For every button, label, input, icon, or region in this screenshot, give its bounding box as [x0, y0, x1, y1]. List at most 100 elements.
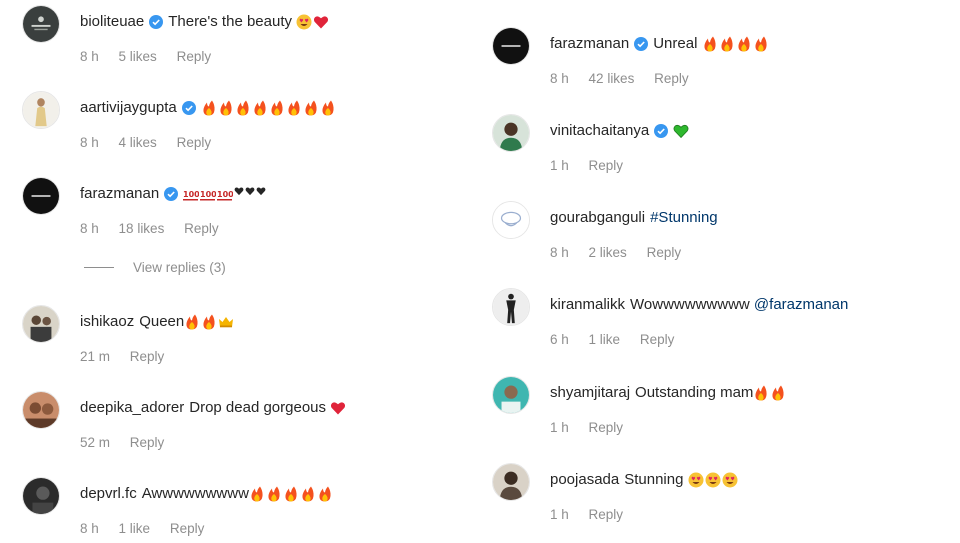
comment-item: depvrl.fc Awwwwwwwww 8 h 1 like Reply: [22, 477, 462, 537]
comment-item: poojasada Stunning 1 h Reply: [492, 463, 942, 523]
comment-time: 6 h: [550, 332, 569, 347]
username[interactable]: shyamjitaraj: [550, 383, 630, 403]
reply-button[interactable]: Reply: [130, 435, 165, 450]
fire-emoji-icon: [753, 385, 769, 401]
reply-button[interactable]: Reply: [130, 349, 165, 364]
svg-text:100: 100: [200, 190, 216, 199]
comment-text: Wowwwwwwwww @farazmanan: [630, 296, 849, 313]
username[interactable]: farazmanan: [550, 34, 629, 54]
avatar[interactable]: [22, 5, 60, 43]
comment-time: 8 h: [80, 221, 99, 236]
avatar[interactable]: [22, 391, 60, 429]
mention-link[interactable]: @farazmanan: [754, 296, 848, 313]
fire-emoji-icon: [303, 100, 319, 116]
fire-emoji-icon: [300, 486, 316, 502]
comment-time: 52 m: [80, 435, 111, 450]
fire-emoji-icon: [702, 36, 718, 52]
fire-emoji-icon: [266, 486, 282, 502]
verified-badge-icon: [654, 124, 669, 138]
fire-emoji-icon: [249, 486, 265, 502]
comment-text: [201, 98, 337, 118]
verified-badge-icon: [181, 101, 196, 115]
fire-emoji-icon: [201, 314, 217, 330]
heart-eyes-emoji-icon: [722, 472, 738, 488]
avatar[interactable]: [492, 463, 530, 501]
avatar[interactable]: [492, 288, 530, 326]
avatar[interactable]: [492, 376, 530, 414]
avatar[interactable]: [492, 201, 530, 239]
avatar[interactable]: [492, 114, 530, 152]
comment-likes[interactable]: 42 likes: [589, 71, 635, 86]
hashtag-link[interactable]: #Stunning: [650, 209, 718, 226]
fire-emoji-icon: [184, 314, 200, 330]
reply-button[interactable]: Reply: [184, 221, 219, 236]
username[interactable]: farazmanan: [80, 184, 159, 204]
red-heart-emoji-icon: [330, 400, 346, 416]
username[interactable]: ishikaoz: [80, 312, 134, 332]
comment-likes[interactable]: 4 likes: [119, 135, 157, 150]
comment-item: gourabganguli #Stunning 8 h 2 likes Repl…: [492, 201, 942, 261]
fire-emoji-icon: [252, 100, 268, 116]
comment-likes[interactable]: 1 like: [589, 332, 621, 347]
avatar[interactable]: [22, 91, 60, 129]
fire-emoji-icon: [218, 100, 234, 116]
black-heart-emoji-icon: [256, 186, 266, 202]
comment-item: kiranmalikk Wowwwwwwwww @farazmanan 6 h …: [492, 288, 942, 348]
verified-badge-icon: [164, 187, 179, 201]
comment-text: Drop dead gorgeous: [189, 398, 347, 418]
comment-time: 1 h: [550, 507, 569, 522]
hundred-points-emoji-icon: 100: [200, 186, 216, 202]
reply-button[interactable]: Reply: [177, 49, 212, 64]
fire-emoji-icon: [736, 36, 752, 52]
comment-likes[interactable]: 18 likes: [119, 221, 165, 236]
comment-likes[interactable]: 5 likes: [119, 49, 157, 64]
comment-text: Outstanding mam: [635, 383, 787, 403]
avatar[interactable]: [22, 477, 60, 515]
comment-text: #Stunning: [650, 208, 718, 228]
comment-item: shyamjitaraj Outstanding mam 1 h Reply: [492, 376, 942, 436]
black-heart-emoji-icon: [234, 186, 244, 202]
reply-button[interactable]: Reply: [654, 71, 689, 86]
fire-emoji-icon: [201, 100, 217, 116]
avatar[interactable]: [22, 177, 60, 215]
reply-button[interactable]: Reply: [589, 420, 624, 435]
reply-button[interactable]: Reply: [170, 521, 205, 536]
username[interactable]: vinitachaitanya: [550, 121, 649, 141]
crown-emoji-icon: [218, 314, 234, 330]
avatar[interactable]: [492, 27, 530, 65]
comment-text: Queen: [139, 312, 235, 332]
avatar[interactable]: [22, 305, 60, 343]
fire-emoji-icon: [753, 36, 769, 52]
fire-emoji-icon: [317, 486, 333, 502]
reply-button[interactable]: Reply: [589, 507, 624, 522]
view-replies-button[interactable]: View replies (3): [84, 260, 226, 275]
reply-button[interactable]: Reply: [647, 245, 682, 260]
username[interactable]: deepika_adorer: [80, 398, 184, 418]
comment-text: [673, 121, 690, 141]
username[interactable]: aartivijaygupta: [80, 98, 177, 118]
green-heart-emoji-icon: [673, 123, 689, 139]
username[interactable]: poojasada: [550, 470, 619, 490]
username[interactable]: bioliteuae: [80, 12, 144, 32]
comment-text: Stunning: [624, 470, 738, 490]
reply-button[interactable]: Reply: [177, 135, 212, 150]
fire-emoji-icon: [283, 486, 299, 502]
comment-item: vinitachaitanya 1 h Reply: [492, 114, 942, 174]
fire-emoji-icon: [269, 100, 285, 116]
fire-emoji-icon: [320, 100, 336, 116]
fire-emoji-icon: [770, 385, 786, 401]
svg-text:100: 100: [217, 190, 233, 199]
comment-time: 8 h: [550, 71, 569, 86]
username[interactable]: gourabganguli: [550, 208, 645, 228]
comment-likes[interactable]: 1 like: [119, 521, 151, 536]
comment-item: farazmanan 100 100 100 8 h 18 likes Reply: [22, 177, 462, 237]
reply-button[interactable]: Reply: [640, 332, 675, 347]
fire-emoji-icon: [719, 36, 735, 52]
reply-button[interactable]: Reply: [589, 158, 624, 173]
comment-time: 8 h: [80, 49, 99, 64]
username[interactable]: depvrl.fc: [80, 484, 137, 504]
comment-likes[interactable]: 2 likes: [589, 245, 627, 260]
comment-time: 8 h: [80, 521, 99, 536]
divider: [84, 267, 114, 268]
username[interactable]: kiranmalikk: [550, 295, 625, 315]
